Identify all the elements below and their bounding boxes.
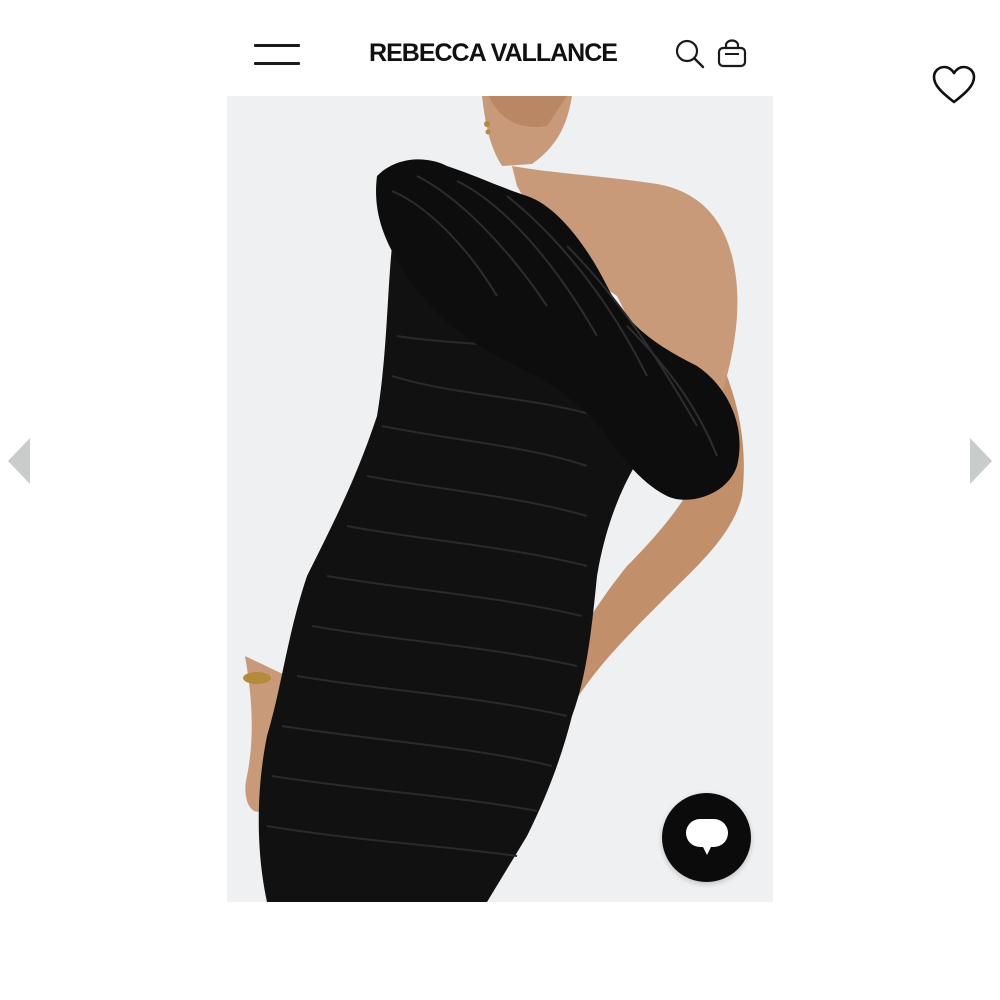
hamburger-menu-icon[interactable] [254, 42, 300, 68]
search-icon[interactable] [674, 38, 706, 70]
heart-icon[interactable] [931, 64, 977, 106]
product-image[interactable] [227, 96, 773, 902]
product-page: REBECCA VALLANCE [0, 0, 1000, 1000]
product-photo [227, 96, 773, 902]
next-image-arrow[interactable] [968, 436, 994, 486]
chat-bubble-icon [686, 819, 728, 855]
previous-image-arrow[interactable] [6, 436, 32, 486]
brand-logo[interactable]: REBECCA VALLANCE [340, 36, 646, 70]
chat-button[interactable] [662, 793, 751, 882]
shopping-bag-icon[interactable] [716, 38, 748, 70]
